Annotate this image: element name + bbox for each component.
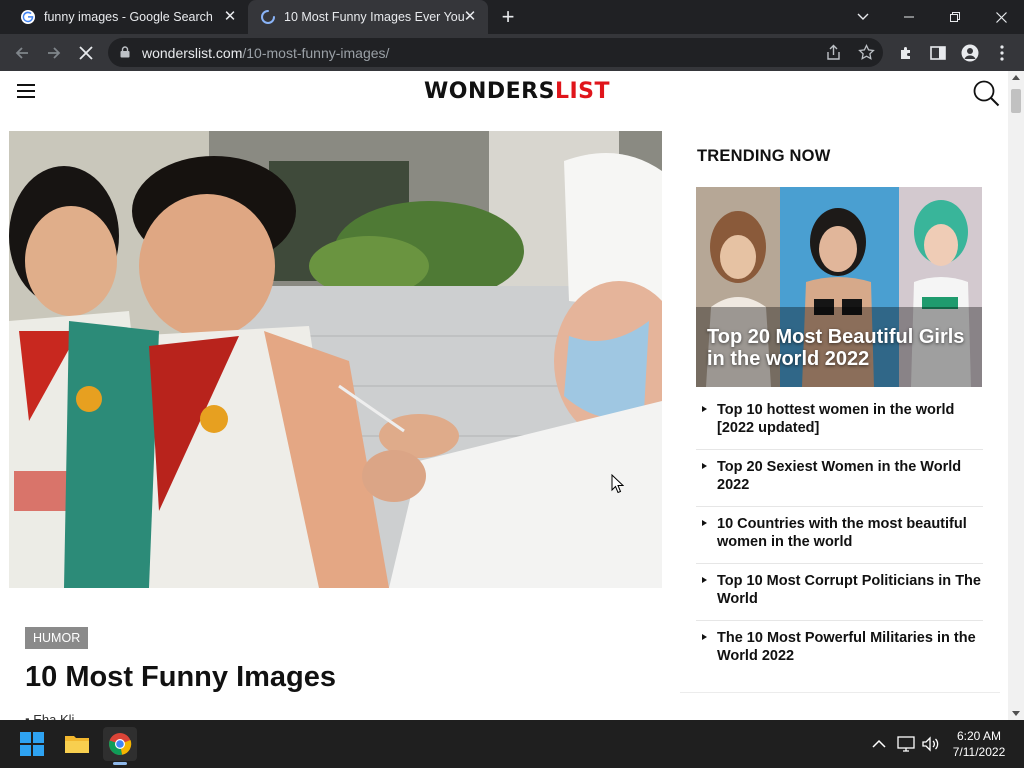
share-icon[interactable] — [825, 44, 842, 61]
tab-google-search[interactable]: funny images - Google Search ✕ — [8, 0, 248, 34]
close-icon — [79, 46, 93, 60]
caret-right-icon — [702, 463, 707, 469]
trending-item-label[interactable]: Top 10 Most Corrupt Politicians in The W… — [717, 573, 981, 607]
side-panel-button[interactable] — [925, 40, 951, 66]
chevron-up-icon[interactable] — [869, 734, 889, 754]
caret-right-icon — [702, 520, 707, 526]
url-text: wonderslist.com/10-most-funny-images/ — [142, 45, 389, 61]
web-page: WONDERSLIST HUMOR 10 Most Funny Images ▪… — [0, 71, 1008, 720]
network-icon[interactable] — [896, 734, 916, 754]
arrow-left-icon — [15, 47, 28, 59]
search-icon[interactable] — [972, 79, 1000, 107]
tab-title: 10 Most Funny Images Ever You W — [284, 10, 464, 24]
file-explorer-button[interactable] — [60, 727, 94, 761]
trending-list: Top 10 hottest women in the world [2022 … — [696, 393, 983, 678]
minimize-button[interactable] — [886, 0, 932, 34]
url-path: /10-most-funny-images/ — [242, 45, 390, 61]
avatar-icon — [961, 44, 979, 62]
restore-button[interactable] — [932, 0, 978, 34]
kebab-menu-icon — [1000, 45, 1004, 61]
back-button[interactable] — [9, 40, 35, 66]
logo-accent-text: LIST — [554, 79, 611, 104]
close-tab-icon[interactable]: ✕ — [222, 9, 238, 25]
chrome-taskbar-button[interactable] — [103, 727, 137, 761]
browser-tab-strip: funny images - Google Search ✕ 10 Most F… — [0, 0, 1024, 34]
trending-heading: TRENDING NOW — [697, 147, 831, 165]
bookmark-star-icon[interactable] — [858, 44, 875, 61]
stop-loading-button[interactable] — [73, 40, 99, 66]
feature-caption[interactable]: Top 20 Most Beautiful Girls in the world… — [707, 326, 977, 370]
windows-taskbar: 6:20 AM 7/11/2022 — [0, 720, 1024, 768]
trending-item-label[interactable]: 10 Countries with the most beautiful wom… — [717, 516, 967, 550]
google-icon — [21, 10, 35, 24]
chrome-icon — [109, 733, 132, 755]
address-bar[interactable]: wonderslist.com/10-most-funny-images/ — [108, 38, 883, 67]
clock-date: 7/11/2022 — [952, 745, 1006, 759]
vaccination-photo-illustration — [9, 131, 662, 588]
trending-item[interactable]: The 10 Most Powerful Militaries in the W… — [696, 621, 983, 678]
clock-time: 6:20 AM — [956, 729, 1002, 743]
logo-text: WONDERS — [424, 79, 555, 104]
volume-icon[interactable] — [920, 734, 940, 754]
chevron-down-icon — [857, 13, 869, 20]
trending-item[interactable]: 10 Countries with the most beautiful wom… — [696, 507, 983, 564]
forward-button[interactable] — [41, 40, 67, 66]
trending-item-label[interactable]: The 10 Most Powerful Militaries in the W… — [717, 630, 976, 664]
page-scrollbar[interactable] — [1008, 71, 1024, 720]
folder-icon — [65, 736, 89, 753]
tab-title: funny images - Google Search — [44, 10, 213, 24]
caret-right-icon — [702, 406, 707, 412]
lock-icon[interactable] — [120, 46, 130, 58]
arrow-right-icon — [48, 47, 61, 59]
puzzle-icon — [901, 47, 910, 59]
new-tab-button[interactable]: + — [497, 6, 519, 29]
close-icon — [995, 11, 1007, 23]
tab-funny-images[interactable]: 10 Most Funny Images Ever You W ✕ — [248, 0, 488, 34]
trending-feature-card[interactable]: Top 20 Most Beautiful Girls in the world… — [696, 187, 982, 387]
scroll-down-arrow-icon[interactable] — [1012, 711, 1020, 716]
system-clock[interactable]: 6:20 AM 7/11/2022 — [944, 728, 1014, 760]
hero-image[interactable] — [9, 131, 662, 588]
trending-item[interactable]: Top 10 Most Corrupt Politicians in The W… — [696, 564, 983, 621]
author-line: ▪ Eha Kli — [25, 712, 74, 720]
caret-right-icon — [702, 577, 707, 583]
scroll-up-arrow-icon[interactable] — [1012, 75, 1020, 80]
hamburger-menu-icon[interactable] — [17, 84, 35, 98]
author-name[interactable]: Eha Kli — [33, 712, 74, 720]
category-badge[interactable]: HUMOR — [25, 627, 89, 649]
browser-toolbar: wonderslist.com/10-most-funny-images/ — [0, 34, 1024, 71]
restore-icon — [950, 12, 960, 22]
menu-button[interactable] — [989, 40, 1015, 66]
site-logo[interactable]: WONDERSLIST — [424, 79, 610, 104]
user-icon: ▪ — [25, 712, 30, 720]
tab-search-button[interactable] — [840, 0, 886, 34]
close-window-button[interactable] — [978, 0, 1024, 34]
minimize-icon — [904, 16, 914, 18]
sidebar-divider — [680, 692, 1000, 693]
trending-item-label[interactable]: Top 20 Sexiest Women in the World 2022 — [717, 459, 961, 493]
trending-item[interactable]: Top 20 Sexiest Women in the World 2022 — [696, 450, 983, 507]
scrollbar-thumb[interactable] — [1011, 89, 1021, 113]
extensions-button[interactable] — [893, 40, 919, 66]
side-panel-icon — [930, 46, 946, 60]
loading-spinner-icon — [261, 10, 275, 24]
active-app-indicator — [113, 762, 127, 765]
profile-button[interactable] — [957, 40, 983, 66]
start-button[interactable] — [15, 727, 49, 761]
windows-logo-icon — [20, 732, 44, 756]
trending-item-label[interactable]: Top 10 hottest women in the world [2022 … — [717, 402, 954, 436]
trending-item[interactable]: Top 10 hottest women in the world [2022 … — [696, 393, 983, 450]
close-tab-icon[interactable]: ✕ — [462, 9, 478, 25]
mouse-cursor-icon — [611, 474, 624, 494]
caret-right-icon — [702, 634, 707, 640]
article-title: 10 Most Funny Images — [25, 661, 337, 693]
url-domain: wonderslist.com — [142, 45, 243, 61]
